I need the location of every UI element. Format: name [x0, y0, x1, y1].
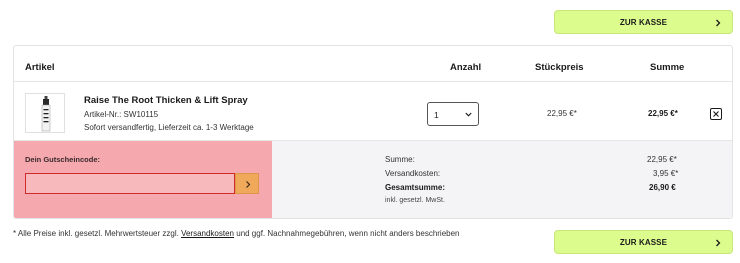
delivery-info: Sofort versandfertig, Lieferzeit ca. 1-3… — [84, 123, 254, 132]
footnote-text-after: und ggf. Nachnahmegebühren, wenn nicht a… — [234, 229, 460, 238]
subtotal-label: Summe: — [385, 155, 415, 164]
unit-price: 22,95 €* — [547, 109, 577, 118]
product-image[interactable] — [25, 93, 65, 133]
chevron-right-icon — [716, 19, 721, 27]
cart-summary-area: Dein Gutscheincode: Summe: 22,95 €* Vers… — [14, 140, 732, 218]
checkout-button-top[interactable]: ZUR KASSE — [554, 10, 733, 34]
coupon-label: Dein Gutscheincode: — [25, 155, 101, 164]
chevron-right-icon — [716, 239, 721, 247]
header-summe: Summe — [650, 62, 685, 73]
coupon-submit-button[interactable] — [235, 173, 259, 194]
quantity-value: 1 — [434, 110, 439, 120]
product-sku: Artikel-Nr.: SW10115 — [84, 110, 159, 119]
grand-total-label: Gesamtsumme: — [385, 183, 446, 192]
header-artikel: Artikel — [25, 62, 55, 73]
shipping-value: 3,95 €* — [653, 169, 679, 178]
header-anzahl: Anzahl — [450, 62, 482, 73]
line-total: 22,95 €* — [648, 109, 678, 118]
quantity-select[interactable]: 1 — [427, 102, 479, 126]
shipping-costs-link[interactable]: Versandkosten — [181, 229, 234, 238]
product-name[interactable]: Raise The Root Thicken & Lift Spray — [84, 95, 248, 106]
cart-table-header: Artikel Anzahl Stückpreis Summe — [14, 46, 732, 82]
chevron-down-icon — [465, 112, 472, 117]
footnote-text-before: * Alle Preise inkl. gesetzl. Mehrwertste… — [13, 229, 182, 238]
vat-note: inkl. gesetzl. MwSt. — [385, 197, 445, 204]
coupon-input[interactable] — [25, 173, 235, 194]
checkout-button-label: ZUR KASSE — [619, 237, 668, 247]
checkout-button-bottom[interactable]: ZUR KASSE — [554, 230, 733, 254]
shipping-label: Versandkosten: — [385, 169, 441, 178]
grand-total-value: 26,90 € — [649, 183, 676, 192]
chevron-right-icon — [246, 181, 251, 188]
cart-line-item: Raise The Root Thicken & Lift Spray Arti… — [14, 83, 732, 140]
price-footnote: * Alle Preise inkl. gesetzl. Mehrwertste… — [13, 229, 460, 238]
subtotal-value: 22,95 €* — [647, 155, 677, 164]
close-icon — [713, 111, 719, 117]
coupon-section: Dein Gutscheincode: — [14, 141, 272, 218]
checkout-button-label: ZUR KASSE — [619, 17, 668, 27]
header-stueckpreis: Stückpreis — [535, 62, 584, 73]
remove-item-button[interactable] — [710, 108, 722, 120]
cart-table: Artikel Anzahl Stückpreis Summe Raise Th… — [13, 45, 733, 219]
